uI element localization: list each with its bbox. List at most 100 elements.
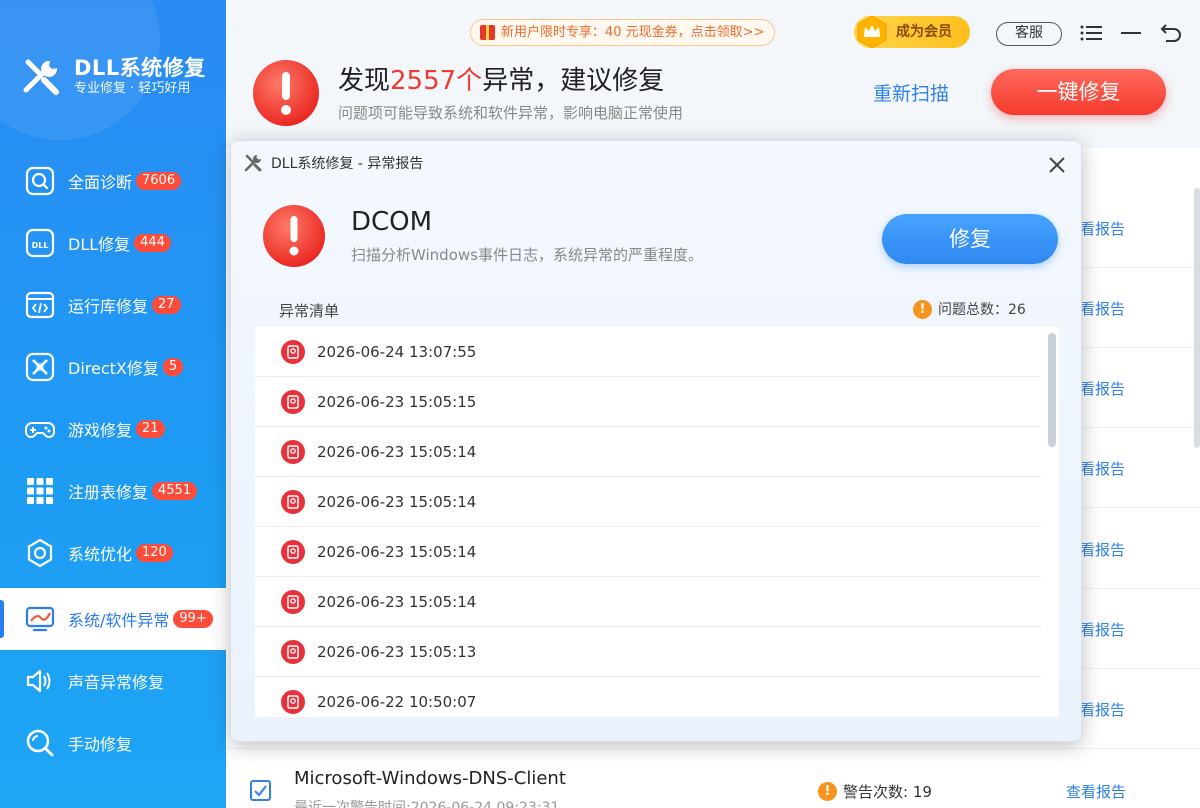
sidebar-item-label: 手动修复 — [68, 735, 133, 754]
rescan-link[interactable]: 重新扫描 — [873, 79, 949, 106]
sidebar-item-registry-repair[interactable]: 注册表修复 4551 — [0, 460, 226, 522]
sidebar-item-system-optimize[interactable]: 系统优化 120 — [0, 522, 226, 584]
sidebar-item-manual-repair[interactable]: 手动修复 — [0, 712, 226, 774]
view-report-link[interactable]: 看报告 — [1080, 298, 1125, 319]
sidebar-item-full-diagnosis[interactable]: 全面诊断 7606 — [0, 150, 226, 212]
magnifier-icon — [24, 727, 56, 759]
warning-icon: ! — [818, 782, 837, 801]
sidebar-item-game-repair[interactable]: 游戏修复 21 — [0, 398, 226, 460]
view-report-link[interactable]: 看报告 — [1080, 619, 1125, 640]
sidebar-item-label: 游戏修复 — [68, 421, 133, 440]
count-badge: 120 — [136, 544, 173, 562]
record-timestamp: 2026-06-23 15:05:15 — [317, 392, 477, 411]
list-scrollbar[interactable] — [1048, 333, 1056, 447]
sidebar-item-label: 系统优化 — [68, 545, 133, 564]
sidebar-item-system-software-error[interactable]: 系统/软件异常 99+ — [0, 588, 226, 650]
crown-icon — [857, 15, 887, 49]
check-icon — [254, 785, 267, 797]
table-row[interactable]: 2026-06-23 15:05:14 — [255, 477, 1041, 527]
issue-total: ! 问题总数：26 — [913, 299, 1026, 319]
record-timestamp: 2026-06-23 15:05:13 — [317, 642, 477, 661]
svg-text:DLL: DLL — [32, 241, 49, 250]
app-subtitle: 专业修复 · 轻巧好用 — [74, 81, 191, 96]
table-row[interactable]: 2026-06-23 15:05:13 — [255, 627, 1041, 677]
view-report-link[interactable]: 看报告 — [1080, 218, 1125, 239]
sidebar-item-dll-repair[interactable]: DLL DLL修复 444 — [0, 212, 226, 274]
error-record-list: 2026-06-24 13:07:55 2026-06-23 15:05:15 … — [255, 327, 1059, 717]
sidebar-item-directx-repair[interactable]: DirectX修复 5 — [0, 336, 226, 398]
count-badge: 5 — [162, 358, 184, 376]
sidebar-item-sound-repair[interactable]: 声音异常修复 — [0, 650, 226, 712]
promo-text: 新用户限时专享：40 元现金券，点击领取>> — [501, 25, 765, 40]
back-icon[interactable] — [1158, 20, 1184, 46]
vip-button[interactable]: 成为会员 — [854, 15, 970, 49]
issue-total-label: 问题总数：26 — [938, 302, 1026, 318]
record-icon — [281, 339, 305, 364]
record-icon — [281, 689, 305, 714]
alert-icon — [253, 60, 319, 126]
error-description: 扫描分析Windows事件日志，系统异常的严重程度。 — [351, 246, 703, 264]
issue-count: 2557个 — [390, 66, 483, 96]
sidebar-item-label: 声音异常修复 — [68, 673, 165, 692]
table-row[interactable]: 2026-06-23 15:05:14 — [255, 527, 1041, 577]
sidebar-item-label: 全面诊断 — [68, 173, 133, 192]
wrench-screwdriver-icon — [23, 59, 59, 95]
issue-last-warning-time: 最近一次警告时间:2026-06-24 09:23:31 — [294, 800, 560, 808]
dialog-title: DLL系统修复 - 异常报告 — [271, 156, 424, 172]
error-report-dialog: DLL系统修复 - 异常报告 DCOM 扫描分析Windows事件日志，系统异常… — [230, 140, 1082, 742]
wrench-screwdriver-icon — [244, 154, 262, 172]
record-timestamp: 2026-06-23 15:05:14 — [317, 542, 477, 561]
sidebar-item-label: DLL修复 — [68, 235, 131, 254]
sidebar-item-label: 系统/软件异常 — [68, 611, 170, 630]
page-title: 发现2557个异常，建议修复 — [338, 60, 664, 97]
page-subtitle: 问题项可能导致系统和软件异常，影响电脑正常使用 — [338, 104, 684, 122]
count-badge: 7606 — [136, 172, 182, 190]
alert-icon — [263, 205, 325, 267]
row-checkbox[interactable] — [250, 780, 271, 801]
promo-banner[interactable]: 新用户限时专享：40 元现金券，点击领取>> — [470, 19, 776, 46]
view-report-link[interactable]: 看报告 — [1080, 539, 1125, 560]
view-report-link[interactable]: 看报告 — [1080, 699, 1125, 720]
fix-button[interactable]: 修复 — [882, 214, 1058, 264]
table-row[interactable]: 2026-06-22 10:50:07 — [255, 677, 1041, 717]
monitor-chart-icon — [24, 603, 56, 635]
title-prefix: 发现 — [338, 66, 391, 96]
table-row[interactable]: 2026-06-23 15:05:14 — [255, 427, 1041, 477]
title-suffix: 异常，建议修复 — [482, 66, 665, 96]
record-icon — [281, 489, 305, 514]
record-icon — [281, 589, 305, 614]
top-bar: 新用户限时专享：40 元现金券，点击领取>> 成为会员 客服 — [226, 0, 1200, 62]
dll-file-icon: DLL — [24, 227, 56, 259]
table-row[interactable]: 2026-06-23 15:05:14 — [255, 577, 1041, 627]
issue-title: Microsoft-Windows-DNS-Client — [294, 768, 566, 789]
sidebar-item-label: 运行库修复 — [68, 297, 149, 316]
list-scrollbar[interactable] — [1194, 188, 1200, 448]
speaker-icon — [24, 665, 56, 697]
warning-icon: ! — [913, 299, 932, 319]
view-report-link[interactable]: 看报告 — [1080, 378, 1125, 399]
table-row[interactable]: 2026-06-24 13:07:55 — [255, 327, 1041, 377]
grid-icon — [24, 475, 56, 507]
gift-icon — [480, 25, 495, 40]
fix-all-button[interactable]: 一键修复 — [991, 69, 1166, 115]
record-icon — [281, 639, 305, 664]
app-logo: DLL系统修复 专业修复 · 轻巧好用 — [20, 56, 206, 98]
warning-count-label: 警告次数: 19 — [843, 783, 932, 801]
error-list-header: 异常清单 — [279, 302, 340, 320]
count-badge: 444 — [134, 234, 171, 252]
minimize-icon[interactable] — [1118, 20, 1144, 46]
sidebar: DLL系统修复 专业修复 · 轻巧好用 全面诊断 7606 DLL DLL修复 … — [0, 0, 226, 808]
sidebar-item-runtime-repair[interactable]: 运行库修复 27 — [0, 274, 226, 336]
view-report-link[interactable]: 看报告 — [1080, 458, 1125, 479]
menu-icon[interactable] — [1078, 20, 1104, 46]
record-timestamp: 2026-06-23 15:05:14 — [317, 492, 477, 511]
count-badge: 4551 — [152, 482, 198, 500]
sidebar-item-label: 注册表修复 — [68, 483, 149, 502]
table-row[interactable]: 2026-06-23 15:05:15 — [255, 377, 1041, 427]
close-icon[interactable] — [1043, 151, 1071, 179]
gear-icon — [24, 537, 56, 569]
count-badge: 27 — [152, 296, 181, 314]
record-timestamp: 2026-06-23 15:05:14 — [317, 592, 477, 611]
customer-service-button[interactable]: 客服 — [996, 22, 1062, 46]
view-report-link[interactable]: 查看报告 — [1066, 781, 1126, 802]
